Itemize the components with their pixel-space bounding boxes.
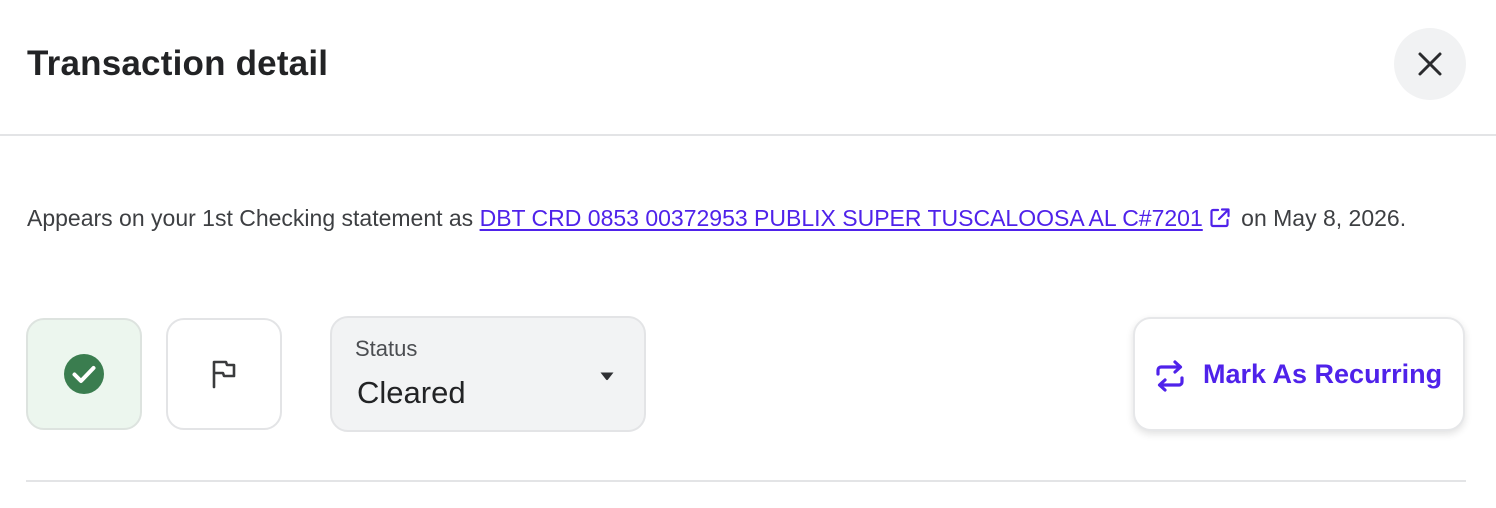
merchant-statement-link[interactable]: DBT CRD 0853 00372953 PUBLIX SUPER TUSCA… [480,205,1203,231]
repeat-icon [1156,360,1184,392]
check-circle-icon [64,354,104,394]
flag-button[interactable] [166,318,282,430]
close-icon [1418,52,1442,76]
transaction-detail-panel: Transaction detail Appears on your 1st C… [0,0,1496,508]
status-label: Status [355,336,418,361]
caret-down-icon [600,372,614,381]
page-title: Transaction detail [27,44,329,83]
statement-description: Appears on your 1st Checking statement a… [27,201,1427,235]
mark-as-recurring-button[interactable]: Mark As Recurring [1133,317,1465,431]
status-dropdown[interactable]: Status Cleared [330,316,646,432]
status-value: Cleared [357,375,466,410]
external-link-icon[interactable] [1209,207,1231,229]
flag-icon [212,360,236,389]
statement-suffix: on May 8, 2026. [1234,205,1407,231]
close-button[interactable] [1394,28,1466,100]
statement-prefix: Appears on your 1st Checking statement a… [27,205,480,231]
section-divider [26,480,1466,482]
mark-reviewed-button[interactable] [26,318,142,430]
mark-as-recurring-label: Mark As Recurring [1203,359,1443,389]
panel-header: Transaction detail [0,0,1496,136]
